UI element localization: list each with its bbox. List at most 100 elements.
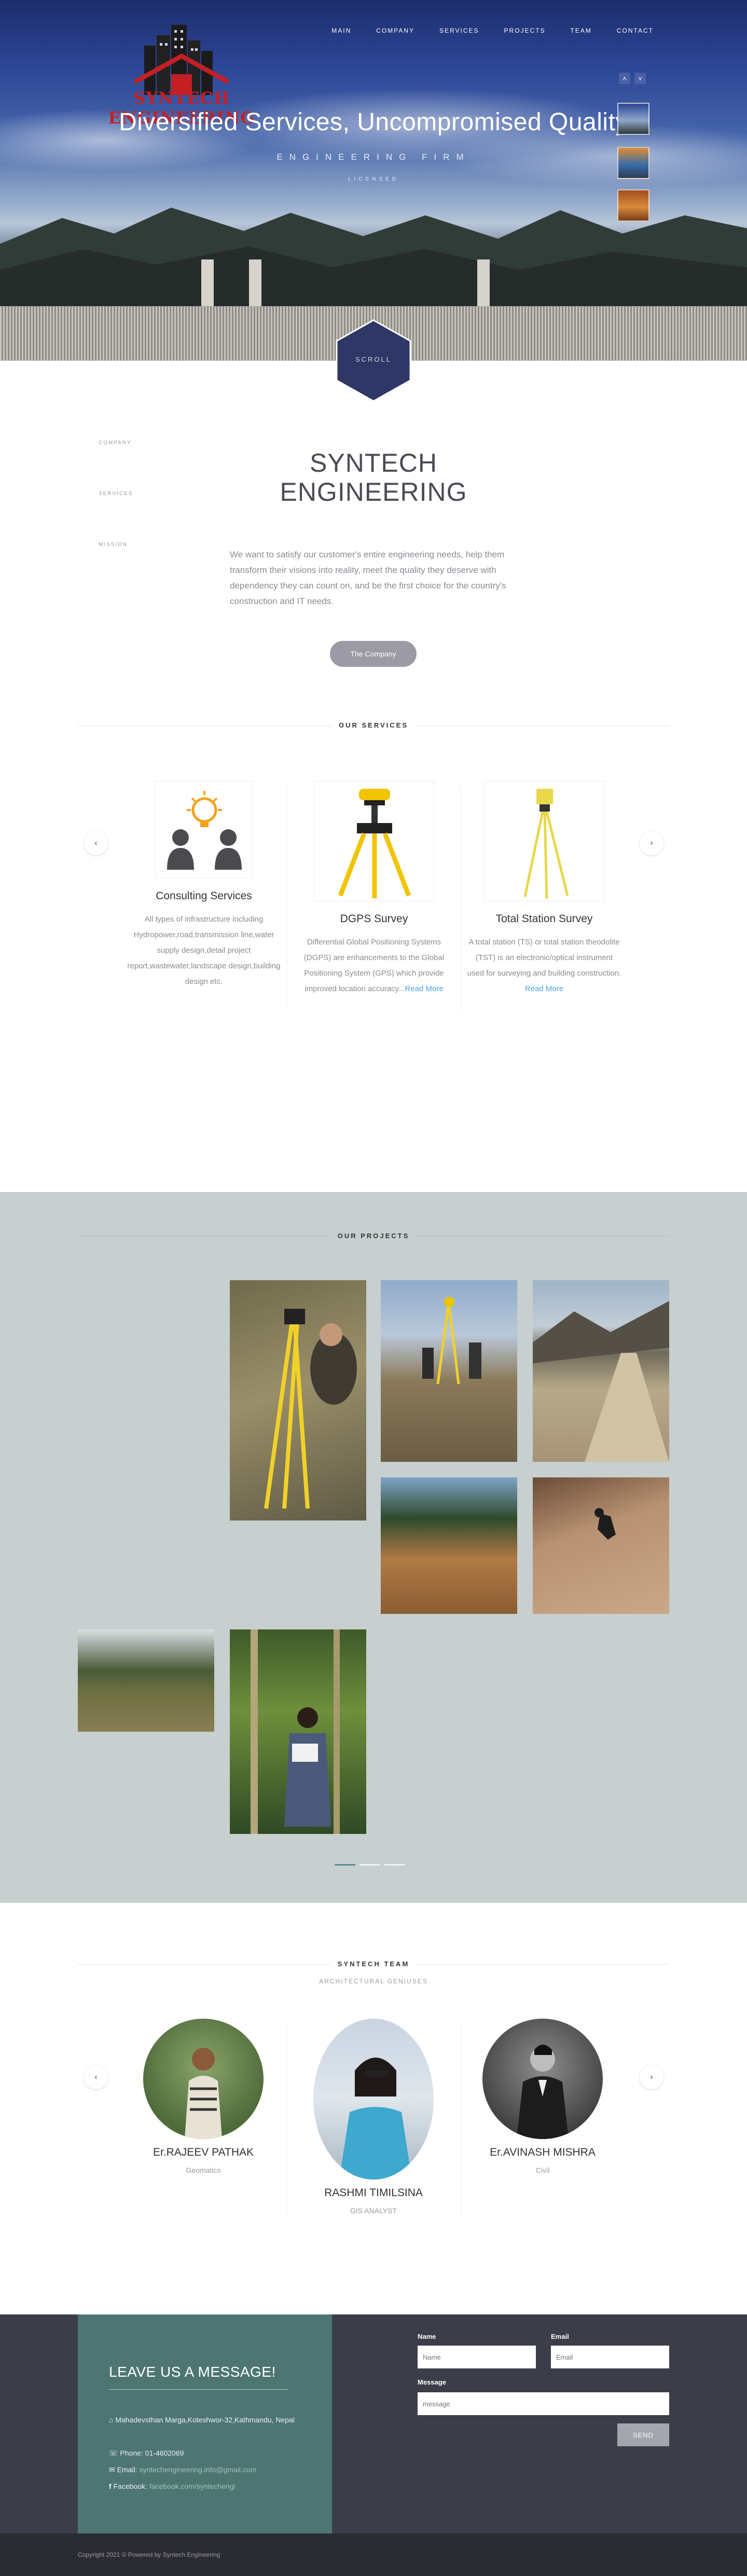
email-row: ✉ Email: syntechengineering.info@gmail.c… (109, 2464, 306, 2475)
dgps-illustration (314, 781, 434, 901)
service-card-consulting[interactable]: Consulting Services All types of infrast… (116, 781, 292, 990)
address-row: ⌂ Mahadevsthan Marga,Koteshwor-32,Kathma… (109, 2414, 306, 2426)
pagination-dot[interactable] (384, 1864, 405, 1866)
avatar (313, 2019, 434, 2180)
nav-contact[interactable]: CONTACT (617, 27, 654, 34)
slider-controls: ˄ ˅ (619, 73, 646, 84)
contact-divider (109, 2389, 288, 2390)
nav-team[interactable]: TEAM (571, 27, 592, 34)
side-link-company[interactable]: COMPANY (99, 440, 132, 446)
side-link-mission[interactable]: MISSION (99, 542, 128, 547)
service-title: DGPS Survey (340, 913, 408, 925)
surveyor-tripod-image (264, 1309, 357, 1509)
services-prev-arrow-icon[interactable]: ‹ (84, 831, 108, 855)
facebook-link[interactable]: facebook.com/syntechengi (149, 2482, 236, 2490)
about-text: We want to satisfy our customer's entire… (230, 550, 506, 606)
side-link-services[interactable]: SERVICES (99, 491, 133, 497)
projects-heading: OUR PROJECTS (78, 1231, 669, 1241)
avatar (482, 2019, 603, 2139)
pagination-dot[interactable] (335, 1864, 355, 1866)
avatar (143, 2019, 264, 2139)
facebook-icon: f (109, 2482, 112, 2490)
service-text: All types of infrastructure including Hy… (116, 912, 292, 990)
service-text: A total station (TS) or total station th… (456, 935, 632, 997)
service-card-total-station[interactable]: Total Station Survey A total station (TS… (456, 781, 632, 997)
service-description: All types of infrastructure including Hy… (127, 915, 281, 986)
chimney (201, 259, 214, 309)
service-title: Total Station Survey (495, 913, 593, 925)
member-name: Er.AVINASH MISHRA (490, 2146, 596, 2158)
address-text: Mahadevsthan Marga,Koteshwor-32,Kathmand… (115, 2416, 295, 2424)
slide-thumbnail[interactable] (617, 189, 649, 222)
about-title-line2: ENGINEERING (280, 477, 467, 506)
total-station-tripod-icon (523, 789, 569, 899)
company-button[interactable]: The Company (330, 641, 417, 667)
service-text: Differential Global Positioning Systems … (286, 935, 462, 997)
contact-info-panel: LEAVE US A MESSAGE! ⌂ Mahadevsthan Marga… (78, 2314, 332, 2533)
copyright-text: Copyright 2021 © Powered by Syntech Engi… (78, 2551, 220, 2558)
email-input[interactable] (551, 2346, 669, 2368)
nav-projects[interactable]: PROJECTS (504, 27, 546, 34)
project-photo[interactable] (381, 1280, 517, 1462)
forest-surveyor-image (251, 1629, 340, 1834)
team-heading-label: SYNTECH TEAM (330, 1960, 417, 1968)
project-photo[interactable] (230, 1280, 366, 1520)
services-next-arrow-icon[interactable]: › (640, 831, 663, 855)
project-photo[interactable] (533, 1280, 669, 1462)
project-photo[interactable] (230, 1629, 366, 1834)
nav-main[interactable]: MAIN (331, 27, 351, 34)
projects-pagination (335, 1864, 405, 1866)
send-button[interactable]: SEND (617, 2423, 669, 2446)
chimney (249, 259, 261, 309)
name-label: Name (418, 2333, 436, 2340)
team-next-arrow-icon[interactable]: › (640, 2065, 663, 2089)
project-photo[interactable] (533, 1477, 669, 1614)
scroll-label: SCROLL (355, 355, 392, 363)
member-name: RASHMI TIMILSINA (324, 2187, 423, 2199)
team-member-card[interactable]: Er.RAJEEV PATHAK Geomatics (126, 2019, 281, 2174)
read-more-link[interactable]: Read More (525, 984, 563, 993)
phone-number: 01-4602069 (145, 2449, 184, 2457)
service-title: Consulting Services (156, 890, 252, 902)
slider-down-arrow-icon[interactable]: ˅ (634, 73, 646, 84)
hero-section: SYNTECH ENGINEERING MAIN COMPANY SERVICE… (0, 0, 747, 361)
scroll-button[interactable]: SCROLL (335, 319, 412, 402)
member-name: Er.RAJEEV PATHAK (153, 2146, 254, 2158)
project-photo[interactable] (381, 1477, 517, 1614)
dgps-tripod-icon (338, 789, 411, 898)
email-label: Email: (117, 2465, 137, 2474)
pagination-dot[interactable] (359, 1864, 380, 1866)
team-member-card[interactable]: Er.AVINASH MISHRA Civil (465, 2019, 620, 2174)
slide-thumbnail[interactable] (617, 103, 649, 135)
phone-label: Phone: (120, 2449, 143, 2457)
nav-services[interactable]: SERVICES (439, 27, 479, 34)
team-prev-arrow-icon[interactable]: ‹ (84, 2065, 108, 2089)
member-portrait (517, 2045, 569, 2139)
about-title: SYNTECH ENGINEERING (218, 448, 529, 506)
service-card-dgps[interactable]: DGPS Survey Differential Global Position… (286, 781, 462, 997)
team-subheading: ARCHITECTURAL GENIUSES (319, 1978, 428, 1985)
member-role: Geomatics (186, 2166, 221, 2174)
member-portrait (185, 2048, 222, 2139)
team-heading: SYNTECH TEAM (78, 1960, 669, 1969)
member-role: GIS ANALYST (350, 2207, 397, 2215)
name-input[interactable] (418, 2346, 536, 2368)
home-icon: ⌂ (109, 2416, 114, 2424)
team-member-card[interactable]: RASHMI TIMILSINA GIS ANALYST (296, 2019, 451, 2215)
project-photo[interactable] (78, 1629, 214, 1732)
read-more-link[interactable]: Read More (405, 984, 443, 993)
about-title-line1: SYNTECH (310, 448, 437, 477)
member-role: Civil (535, 2166, 550, 2174)
slider-up-arrow-icon[interactable]: ˄ (619, 73, 630, 84)
services-heading: OUR SERVICES (78, 721, 669, 730)
facebook-label: Facebook: (113, 2482, 147, 2490)
facebook-row: f Facebook: facebook.com/syntechengi (109, 2481, 306, 2492)
phone-row: ☏ Phone: 01-4602069 (109, 2447, 306, 2459)
nav-company[interactable]: COMPANY (376, 27, 414, 34)
email-link[interactable]: syntechengineering.info@gmail.com (139, 2465, 256, 2474)
field-measurement-image (594, 1508, 616, 1540)
projects-heading-label: OUR PROJECTS (330, 1232, 417, 1240)
services-heading-label: OUR SERVICES (331, 721, 416, 729)
message-input[interactable] (418, 2392, 669, 2415)
slide-thumbnail[interactable] (617, 147, 649, 179)
